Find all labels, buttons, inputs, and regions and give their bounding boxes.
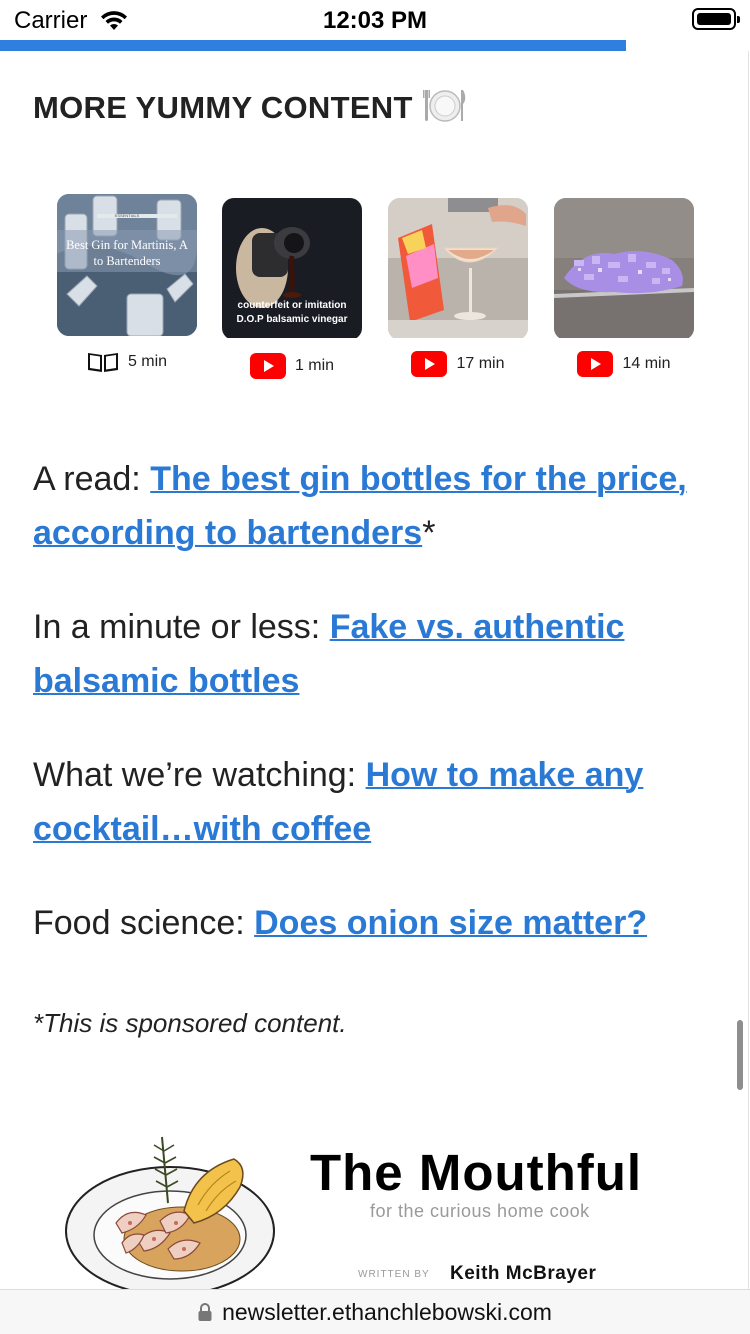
lock-icon <box>198 1303 212 1321</box>
youtube-icon <box>577 351 614 377</box>
duration-label: 1 min <box>294 357 335 374</box>
svg-text:Best Gin for Martinis, A: Best Gin for Martinis, A <box>66 238 188 252</box>
author-name: Keith McBrayer <box>450 1263 597 1284</box>
link-paragraph-read: A read: The best gin bottles for the pri… <box>33 460 687 552</box>
thumbnail-meta-2: 1 min <box>222 353 362 379</box>
thumbnail-gin-article[interactable]: ESSENTIALS Best Gin for Martinis, A to B… <box>57 194 197 336</box>
thumb-caption-1: counterfeit or imitation <box>238 300 347 311</box>
thumbnail-coffee-cocktail-video[interactable] <box>388 198 528 340</box>
thumbnail-onion-video[interactable] <box>554 198 694 340</box>
thumbnail-balsamic-video[interactable]: counterfeit or imitation D.O.P balsamic … <box>222 198 362 340</box>
browser-url-bar[interactable]: newsletter.ethanchlebowski.com <box>0 1289 750 1334</box>
url-text: newsletter.ethanchlebowski.com <box>222 1298 552 1325</box>
svg-text:to Bartenders: to Bartenders <box>94 254 161 268</box>
duration-label: 14 min <box>622 355 671 372</box>
thumbnail-meta-1: 5 min <box>57 351 197 373</box>
battery-icon <box>692 8 740 30</box>
written-by-label: WRITTEN BY <box>358 1269 430 1280</box>
newsletter-content: MORE YUMMY CONTENT ESSENTIALS Best Gin f… <box>0 51 750 1289</box>
youtube-icon <box>249 353 286 379</box>
status-bar: Carrier 12:03 PM <box>0 0 750 40</box>
youtube-icon <box>411 351 448 377</box>
duration-label: 17 min <box>456 355 505 372</box>
clock: 12:03 PM <box>322 7 428 34</box>
book-icon <box>87 351 119 373</box>
link-paragraph-watching: What we’re watching: How to make any coc… <box>33 756 644 848</box>
brand-title: The Mouthful <box>310 1144 643 1201</box>
thumbnail-meta-4: 14 min <box>554 351 694 377</box>
duration-label: 5 min <box>127 353 168 370</box>
link-paragraph-science: Food science: Does onion size matter? <box>33 904 648 942</box>
link-onion-size[interactable]: Does onion size matter? <box>254 904 647 942</box>
scrollbar[interactable] <box>737 1020 743 1090</box>
link-paragraph-minute: In a minute or less: Fake vs. authentic … <box>33 608 625 700</box>
section-title: MORE YUMMY CONTENT <box>33 87 467 133</box>
sponsored-note: *This is sponsored content. <box>33 1008 347 1038</box>
thumb-small-text: ESSENTIALS <box>115 213 140 218</box>
page-edge <box>748 51 749 1289</box>
brand-subtitle: for the curious home cook <box>370 1201 590 1221</box>
plate-cutlery-icon <box>422 87 467 133</box>
reading-progress-bar <box>0 40 627 51</box>
brand-logo-illustration <box>64 1131 284 1289</box>
thumb-caption-2: D.O.P balsamic vinegar <box>237 314 348 325</box>
thumbnail-meta-3: 17 min <box>388 351 528 377</box>
